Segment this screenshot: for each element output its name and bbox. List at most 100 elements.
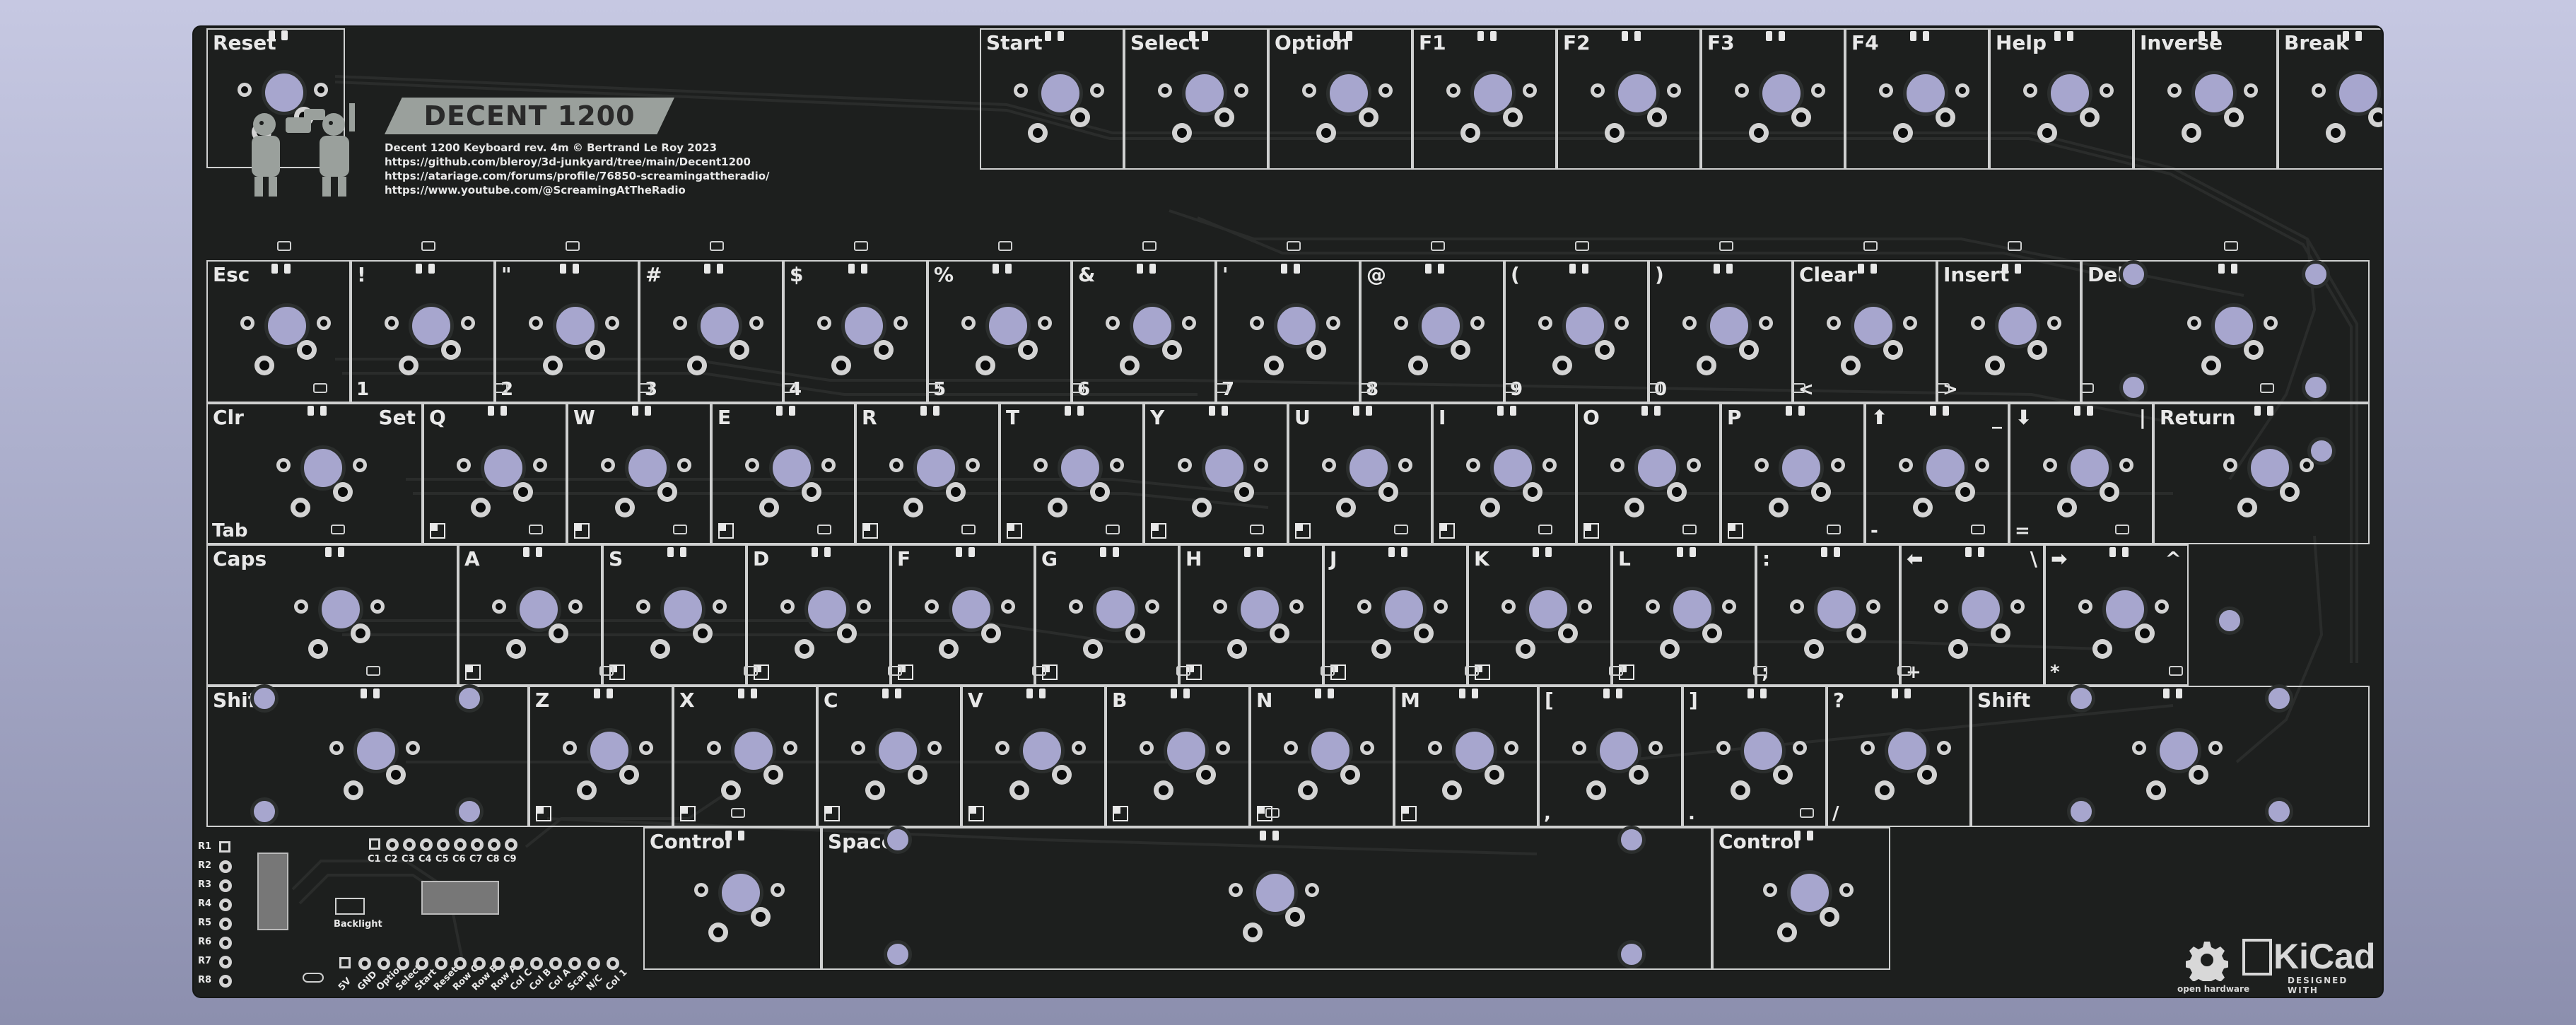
key-label: $: [790, 263, 804, 286]
key-home-row-7[interactable]: J: [1323, 525, 1468, 686]
key-shift-row-11[interactable]: Shift: [1971, 666, 2370, 827]
key-label: F2: [1563, 31, 1591, 54]
key-label: ⬇: [2015, 406, 2032, 429]
key-shift-row-4[interactable]: V: [961, 666, 1106, 827]
key-home-row-4[interactable]: F: [891, 525, 1035, 686]
stabilizer-hole: [2265, 797, 2293, 826]
key-label: Return: [2160, 406, 2236, 429]
key-home-row-1[interactable]: A: [458, 525, 602, 686]
key-label: ?: [1833, 689, 1845, 712]
switch-footprint: [734, 383, 840, 522]
key-tab-row-9[interactable]: O: [1576, 383, 1721, 544]
key-start[interactable]: Start: [980, 28, 1124, 170]
key-home-row-3[interactable]: D: [747, 525, 891, 686]
key-num-10[interactable]: ) 0: [1649, 241, 1793, 403]
switch-footprint: [229, 241, 335, 380]
key-num-7[interactable]: ' 7: [1216, 241, 1360, 403]
key-num-8[interactable]: @8: [1360, 241, 1504, 403]
key-num-2[interactable]: " 2: [495, 241, 639, 403]
switch-footprint: [1923, 525, 2029, 663]
board-title: DECENT 1200: [423, 100, 636, 131]
key-tab-row-8[interactable]: I: [1432, 383, 1576, 544]
key-shift-row-9[interactable]: ].: [1682, 666, 1827, 827]
key-control-0[interactable]: Control: [643, 808, 821, 970]
graphics-glyph-icon: [680, 806, 696, 821]
key-home-row-5[interactable]: G: [1035, 525, 1179, 686]
key-home-row-2[interactable]: S: [602, 525, 747, 686]
key-break[interactable]: Break: [2278, 28, 2382, 170]
switch-footprint: [1634, 525, 1740, 663]
key-control-2[interactable]: Control: [1712, 808, 1890, 970]
row-pin-label: R2: [198, 860, 212, 871]
key-num-6[interactable]: & 6: [1072, 241, 1216, 403]
key-tab-row-2[interactable]: W: [567, 383, 711, 544]
key-space-1[interactable]: Space: [821, 808, 1712, 970]
switch-footprint: [1417, 666, 1523, 804]
key-f1[interactable]: F1: [1412, 28, 1557, 170]
key-home-row-12[interactable]: ➡ ^ *: [2044, 525, 2189, 686]
key-home-row-9[interactable]: L: [1612, 525, 1756, 686]
key-tab-row-10[interactable]: P: [1721, 383, 1865, 544]
key-label: K: [1474, 547, 1489, 570]
key-shift-row-8[interactable]: [,: [1538, 666, 1682, 827]
key-f4[interactable]: F4: [1845, 28, 1989, 170]
key-shift-row-10[interactable]: ? /: [1827, 666, 1971, 827]
key-inverse[interactable]: Inverse: [2133, 28, 2278, 170]
key-label: ⬅: [1907, 547, 1924, 570]
key-num-5[interactable]: % 5: [927, 241, 1072, 403]
key-f3[interactable]: F3: [1701, 28, 1845, 170]
key-num-3[interactable]: #3: [639, 241, 783, 403]
switch-footprint: [445, 383, 551, 522]
switch-footprint: [1705, 666, 1811, 804]
key-tab-row-1[interactable]: Q: [423, 383, 567, 544]
key-home-row-0[interactable]: Caps: [206, 525, 458, 686]
switch-footprint: [950, 241, 1056, 380]
switch-footprint: [1579, 31, 1685, 147]
key-num-1[interactable]: ! 1: [351, 241, 495, 403]
graphics-glyph-icon: [465, 664, 481, 680]
bottom-pin-pad: [492, 957, 505, 970]
key-home-row-6[interactable]: H: [1179, 525, 1323, 686]
key-shift-row-7[interactable]: M: [1394, 666, 1538, 827]
key-label: F3: [1707, 31, 1735, 54]
key-num-11[interactable]: Clear <: [1793, 241, 1937, 403]
key-num-4[interactable]: $4: [783, 241, 927, 403]
key-tab-row-7[interactable]: U: [1288, 383, 1432, 544]
kicad-wordmark: KiCad: [2273, 937, 2376, 976]
key-tab-row-11[interactable]: ⬆ _ -: [1865, 383, 2009, 544]
key-home-row-10[interactable]: :;: [1756, 525, 1900, 686]
key-num-0[interactable]: Esc: [206, 241, 351, 403]
key-home-row-11[interactable]: ⬅ \ +: [1900, 525, 2044, 686]
key-tab-row-3[interactable]: E: [711, 383, 855, 544]
key-shift-row-3[interactable]: C: [817, 666, 961, 827]
key-tab-row-12[interactable]: ⬇ | =: [2009, 383, 2153, 544]
orientation-marker-icon: [303, 973, 324, 983]
key-shift-row-5[interactable]: B: [1106, 666, 1250, 827]
graphics-glyph-icon: [536, 806, 551, 821]
key-num-12[interactable]: Insert >: [1937, 241, 2081, 403]
key-shift-row-2[interactable]: X: [673, 666, 817, 827]
key-tab-row-5[interactable]: T: [1000, 383, 1144, 544]
info-line: Decent 1200 Keyboard rev. 4m © Bertrand …: [385, 141, 718, 154]
graphics-glyph-icon: [968, 806, 984, 821]
key-select[interactable]: Select: [1124, 28, 1268, 170]
key-home-row-8[interactable]: K: [1468, 525, 1612, 686]
stabilizer-hole: [2119, 260, 2148, 288]
key-label: L: [1618, 547, 1631, 570]
key-tab-row-0[interactable]: Clr Set Tab: [206, 383, 423, 544]
key-label: Break: [2284, 31, 2349, 54]
column-pin-label: C8: [486, 854, 500, 865]
key-shift-row-6[interactable]: N: [1250, 666, 1394, 827]
key-shift-row-1[interactable]: Z: [529, 666, 673, 827]
key-num-9[interactable]: (9: [1504, 241, 1649, 403]
key-option[interactable]: Option: [1268, 28, 1412, 170]
row-pin-pad: [219, 841, 230, 853]
graphics-glyph-icon: [862, 523, 878, 539]
key-help[interactable]: Help: [1989, 28, 2133, 170]
key-tab-row-6[interactable]: Y: [1144, 383, 1288, 544]
column-pin-pad: [403, 838, 416, 851]
key-tab-row-4[interactable]: R: [855, 383, 1000, 544]
graphics-glyph-icon: [1401, 806, 1417, 821]
key-f2[interactable]: F2: [1557, 28, 1701, 170]
key-tab-row-13[interactable]: Return: [2153, 383, 2370, 544]
